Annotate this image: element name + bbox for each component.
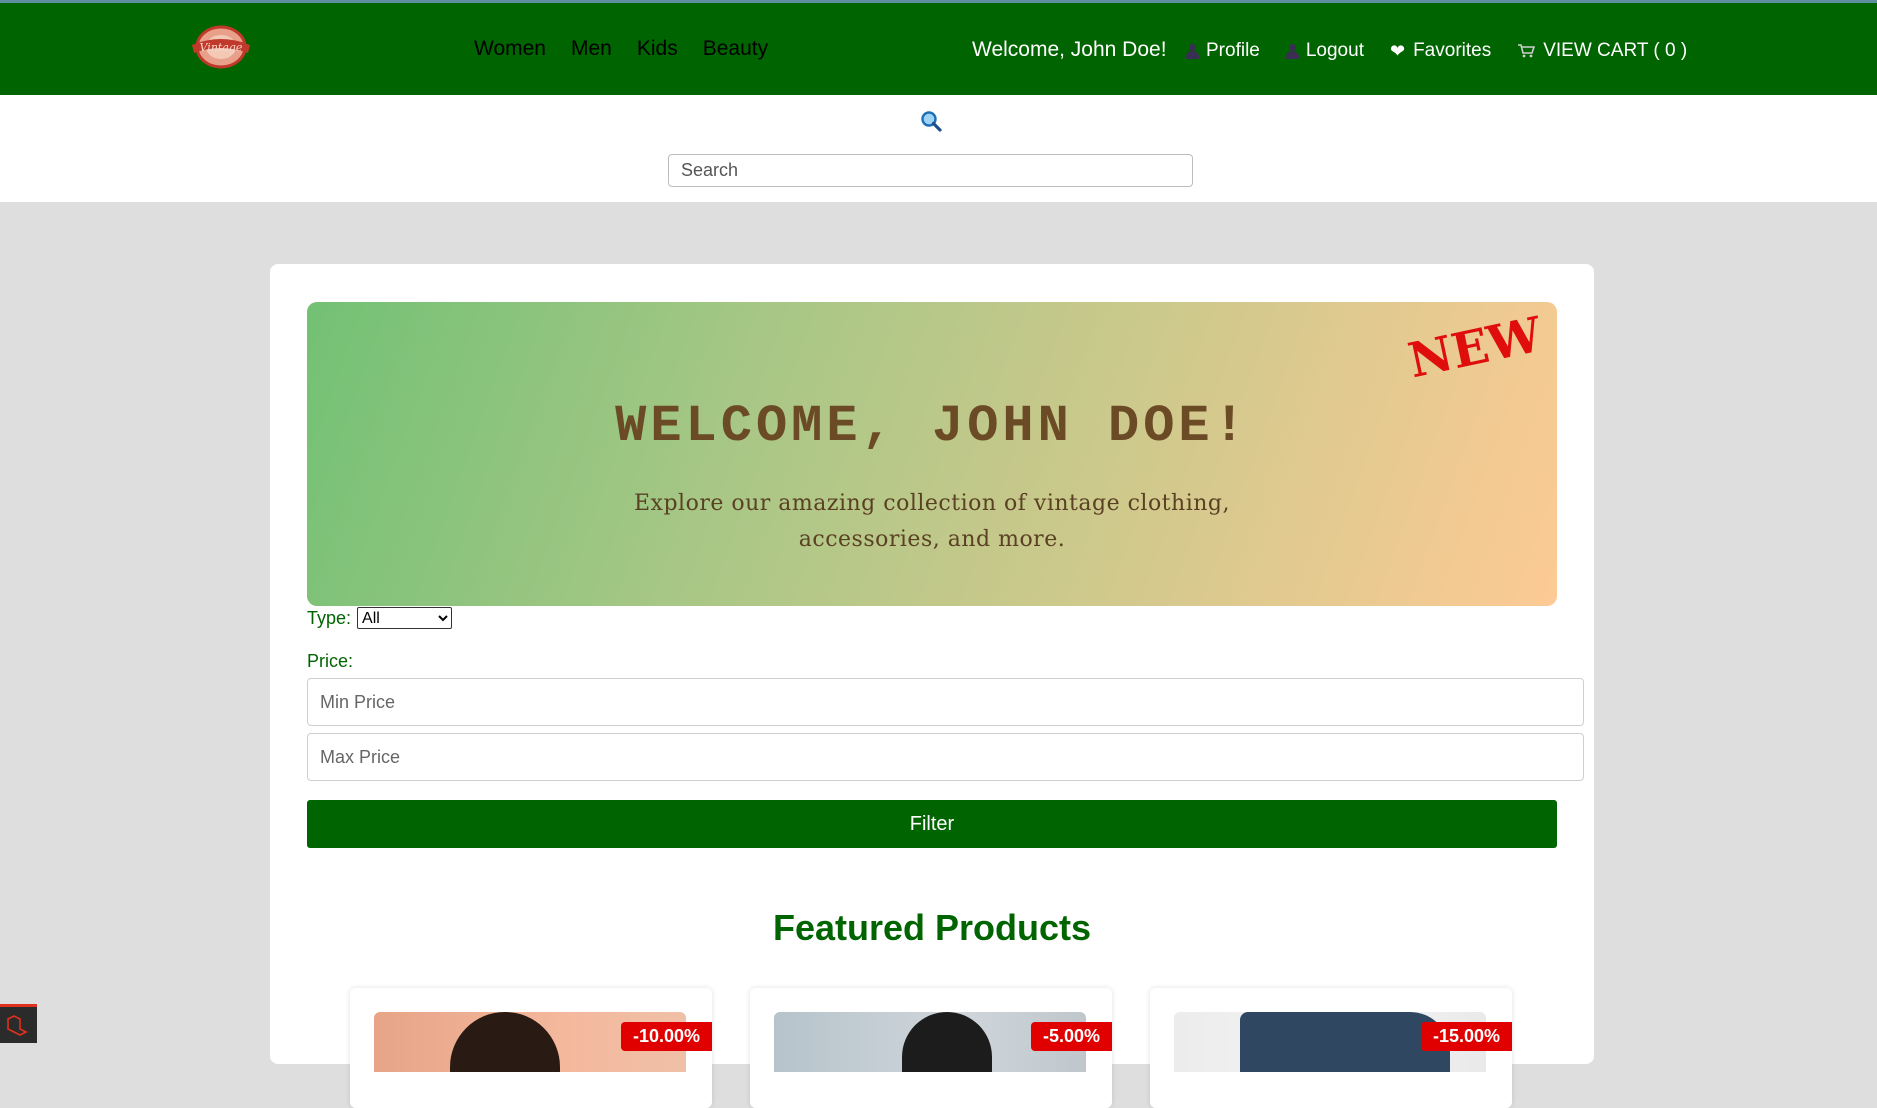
debugbar-icon[interactable] xyxy=(0,1004,37,1043)
new-badge: NEW xyxy=(1403,306,1547,390)
max-price-input[interactable] xyxy=(307,733,1584,781)
view-cart-link[interactable]: VIEW CART ( 0 ) xyxy=(1517,40,1687,62)
svg-text:Vintage: Vintage xyxy=(200,41,243,54)
nav-beauty-link[interactable]: Beauty xyxy=(703,37,768,61)
filter-button[interactable]: Filter xyxy=(307,800,1557,848)
price-label: Price: xyxy=(307,651,354,671)
product-card[interactable]: -5.00% xyxy=(750,988,1112,1108)
top-navbar: Vintage Women Men Kids Beauty Welcome, J… xyxy=(0,0,1877,95)
discount-badge: -5.00% xyxy=(1030,1022,1112,1051)
product-card[interactable]: -15.00% xyxy=(1150,988,1512,1108)
laravel-icon xyxy=(7,1015,28,1036)
product-card[interactable]: -10.00% xyxy=(350,988,712,1108)
main-content-card: NEW WELCOME, JOHN DOE! Explore our amazi… xyxy=(270,264,1594,1108)
search-input[interactable] xyxy=(668,154,1193,187)
logout-link[interactable]: Logout xyxy=(1285,40,1364,62)
favorites-label: Favorites xyxy=(1413,40,1492,61)
heart-icon: ❤ xyxy=(1389,41,1406,61)
nav-kids-link[interactable]: Kids xyxy=(637,37,678,61)
profile-label: Profile xyxy=(1206,40,1260,61)
featured-products-heading: Featured Products xyxy=(772,907,1092,948)
vintage-logo-icon[interactable]: Vintage xyxy=(188,23,254,71)
nav-women-link[interactable]: Women xyxy=(474,37,546,61)
user-links: Profile Logout ❤ Favorites VIEW CART ( 0… xyxy=(1186,40,1687,62)
cart-label: VIEW CART ( 0 ) xyxy=(1543,40,1688,61)
category-nav: Women Men Kids Beauty xyxy=(474,37,768,61)
type-select[interactable]: All xyxy=(357,607,453,629)
person-icon xyxy=(1285,43,1299,59)
logout-label: Logout xyxy=(1305,40,1364,61)
min-price-input[interactable] xyxy=(307,678,1584,726)
welcome-text: Welcome, John Doe! xyxy=(972,38,1167,61)
favorites-link[interactable]: ❤ Favorites xyxy=(1390,40,1491,62)
nav-men-link[interactable]: Men xyxy=(571,37,612,61)
banner-subtitle: Explore our amazing collection of vintag… xyxy=(634,491,1230,552)
type-label: Type: xyxy=(307,607,352,628)
search-icon[interactable] xyxy=(920,110,942,132)
welcome-banner: NEW WELCOME, JOHN DOE! Explore our amazi… xyxy=(307,302,1557,606)
discount-badge: -10.00% xyxy=(620,1022,712,1051)
search-section xyxy=(0,95,1877,202)
product-model-image xyxy=(1240,1012,1450,1072)
profile-link[interactable]: Profile xyxy=(1186,40,1260,62)
person-icon xyxy=(1186,43,1199,59)
cart-icon xyxy=(1518,44,1536,58)
type-filter: Type: All xyxy=(307,607,453,629)
discount-badge: -15.00% xyxy=(1420,1022,1512,1051)
banner-title: WELCOME, JOHN DOE! xyxy=(615,397,1249,456)
